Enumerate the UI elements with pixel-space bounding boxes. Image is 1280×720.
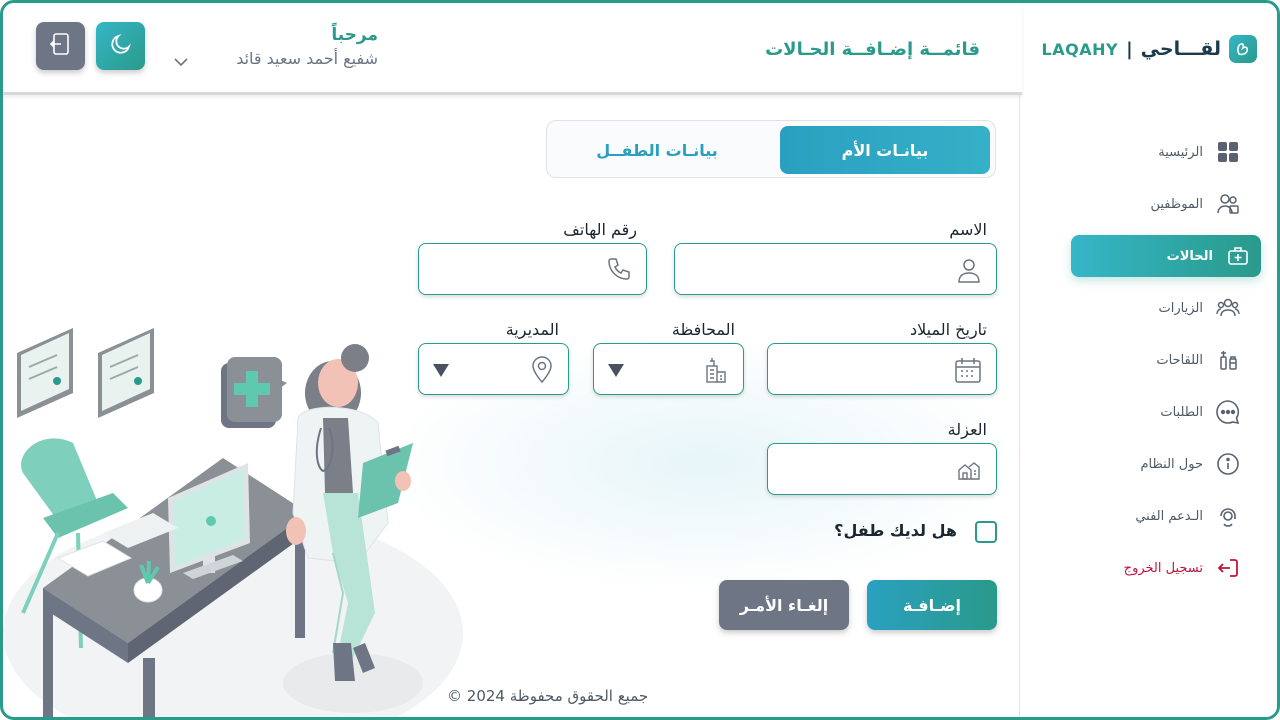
sidebar-item-label: الموظفين bbox=[1150, 196, 1203, 212]
governorate-select[interactable] bbox=[593, 343, 744, 395]
birthdate-field[interactable] bbox=[767, 343, 997, 395]
sidebar-item-label: حول النظام bbox=[1140, 456, 1204, 472]
sidebar-item-label: الـدعم الفني bbox=[1135, 508, 1203, 524]
sidebar-item-vaccines[interactable]: اللقاحات bbox=[1031, 339, 1251, 381]
cancel-button[interactable]: إلغـاء الأمـر bbox=[719, 580, 849, 630]
houses-icon bbox=[956, 456, 982, 486]
user-menu[interactable]: مرحباً شفيع أحمد سعيد قائد bbox=[198, 25, 378, 68]
has-child-label: هل لديك طفل؟ bbox=[834, 521, 957, 540]
support-icon bbox=[1215, 503, 1241, 529]
sidebar-item-label: الزيارات bbox=[1158, 300, 1203, 316]
brand-name-en: LAQAHY bbox=[1041, 39, 1119, 59]
page-title: قائمــة إضـافــة الحـالات bbox=[765, 39, 980, 60]
sidebar-item-visits[interactable]: الزيارات bbox=[1031, 287, 1251, 329]
form-tabs: بيانـات الأم بيانـات الطفــل bbox=[546, 120, 996, 178]
vaccine-icon bbox=[1215, 347, 1241, 373]
header-logout-button[interactable] bbox=[36, 22, 85, 70]
user-icon bbox=[956, 256, 982, 288]
dropdown-arrow-icon bbox=[608, 364, 624, 377]
welcome-text: مرحباً bbox=[331, 25, 378, 45]
app-frame: لقـــاحي | LAQAHY الرئيسية الموظفين الحا… bbox=[0, 0, 1280, 720]
phone-icon bbox=[606, 256, 632, 286]
top-header: قائمــة إضـافــة الحـالات مرحباً شفيع أح… bbox=[3, 3, 1022, 95]
brand-logo-icon bbox=[1229, 35, 1257, 63]
sidebar-item-label: الرئيسية bbox=[1158, 144, 1203, 160]
group-icon bbox=[1215, 295, 1241, 321]
grid-icon bbox=[1215, 139, 1241, 165]
sidebar-item-requests[interactable]: الطلبات bbox=[1031, 391, 1251, 433]
sidebar-item-label: اللقاحات bbox=[1156, 352, 1203, 368]
chat-icon bbox=[1215, 399, 1241, 425]
sidebar-item-label: تسجيل الخروج bbox=[1123, 560, 1203, 576]
location-pin-icon bbox=[530, 356, 554, 388]
sidebar-item-label: الحالات bbox=[1166, 248, 1213, 264]
sidebar-nav: الرئيسية الموظفين الحالات الزيارات اللقا… bbox=[1031, 131, 1261, 599]
sidebar-item-employees[interactable]: الموظفين bbox=[1031, 183, 1251, 225]
logout-icon bbox=[48, 31, 74, 61]
chevron-down-icon[interactable] bbox=[173, 53, 189, 72]
sidebar-item-cases[interactable]: الحالات bbox=[1071, 235, 1261, 277]
phone-field[interactable] bbox=[418, 243, 647, 295]
user-name: شفيع أحمد سعيد قائد bbox=[236, 49, 378, 68]
directorate-select[interactable] bbox=[418, 343, 569, 395]
name-field[interactable] bbox=[674, 243, 997, 295]
sidebar-item-home[interactable]: الرئيسية bbox=[1031, 131, 1251, 173]
buildings-icon bbox=[703, 356, 729, 388]
has-child-checkbox[interactable] bbox=[975, 521, 997, 543]
brand[interactable]: لقـــاحي | LAQAHY bbox=[1042, 35, 1257, 63]
logout-icon bbox=[1215, 555, 1241, 581]
sidebar-item-logout[interactable]: تسجيل الخروج bbox=[1031, 547, 1251, 589]
sidebar: لقـــاحي | LAQAHY الرئيسية الموظفين الحا… bbox=[1019, 3, 1277, 717]
sidebar-item-label: الطلبات bbox=[1160, 404, 1203, 420]
brand-separator: | bbox=[1126, 38, 1133, 60]
sidebar-item-support[interactable]: الـدعم الفني bbox=[1031, 495, 1251, 537]
info-icon bbox=[1215, 451, 1241, 477]
moon-icon bbox=[109, 32, 133, 60]
dropdown-arrow-icon bbox=[433, 364, 449, 377]
brand-name-ar: لقـــاحي bbox=[1140, 38, 1221, 60]
directorate-label: المديرية bbox=[505, 320, 559, 339]
birthdate-label: تاريخ الميلاد bbox=[910, 320, 987, 339]
tab-child-data[interactable]: بيانـات الطفــل bbox=[552, 126, 762, 174]
sidebar-item-about[interactable]: حول النظام bbox=[1031, 443, 1251, 485]
isolation-field[interactable] bbox=[767, 443, 997, 495]
phone-label: رقم الهاتف bbox=[563, 220, 637, 239]
governorate-label: المحافظة bbox=[671, 320, 735, 339]
isolation-label: العزلة bbox=[947, 420, 987, 439]
users-icon bbox=[1215, 191, 1241, 217]
name-label: الاسم bbox=[949, 220, 987, 239]
calendar-icon bbox=[954, 356, 982, 388]
add-button[interactable]: إضـافـة bbox=[867, 580, 997, 630]
medical-kit-icon bbox=[1225, 243, 1251, 269]
tab-mother-data[interactable]: بيانـات الأم bbox=[780, 126, 990, 174]
footer-copyright: جميع الحقوق محفوظة 2024 © bbox=[447, 687, 649, 705]
theme-toggle-button[interactable] bbox=[96, 22, 145, 70]
